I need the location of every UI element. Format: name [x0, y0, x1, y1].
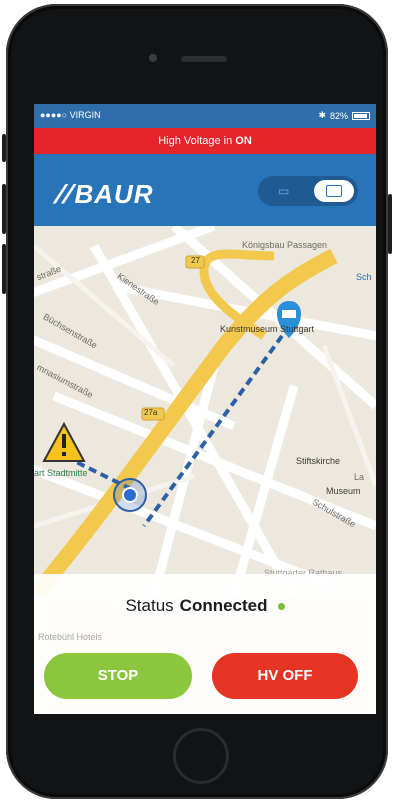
status-indicator-dot — [277, 603, 285, 611]
label-konigsbau: Königsbau Passagen — [242, 240, 328, 250]
label-hotels: Rotebühl Hotels — [38, 632, 103, 642]
control-panel: Rotebühl Hotels Status Connected STOP HV … — [34, 574, 376, 714]
label-la: La — [354, 472, 365, 482]
battery-percent: 82% — [329, 110, 348, 121]
map-view[interactable]: Königsbau Passagen Sch straße Kienestraß… — [34, 226, 376, 596]
label-museum: Museum — [326, 486, 361, 496]
volume-up-button — [2, 184, 6, 234]
front-camera — [149, 54, 157, 62]
app-screen: ●●●●○ VIRGIN ✱ 82% High Voltage in ON //… — [34, 104, 376, 714]
alert-text: High Voltage in — [158, 135, 236, 147]
home-button[interactable] — [173, 728, 229, 784]
battery-area: ✱ 82% — [318, 110, 370, 121]
status-label: Status — [125, 596, 174, 615]
view-toggle[interactable]: ▭ — [258, 176, 358, 206]
label-sch: Sch — [356, 272, 372, 282]
alert-state: ON — [235, 135, 252, 147]
battery-icon — [352, 111, 370, 120]
map-graphics — [34, 226, 376, 596]
label-stiftskirche: Stiftskirche — [296, 456, 341, 466]
carrier-label: ●●●●○ VIRGIN — [40, 110, 101, 120]
baur-logo: //BAUR — [52, 179, 154, 209]
earpiece-speaker — [181, 56, 227, 62]
power-button — [388, 194, 392, 254]
app-header: //BAUR ▭ — [34, 154, 376, 226]
list-view-icon[interactable] — [314, 180, 354, 202]
label-route-27: 27 — [191, 256, 200, 265]
label-stadtmitte: art Stadtmitte — [34, 468, 88, 478]
map-view-icon[interactable]: ▭ — [278, 184, 296, 198]
label-route-27a: 27a — [144, 408, 158, 417]
high-voltage-alert: High Voltage in ON — [34, 128, 376, 154]
ios-status-bar: ●●●●○ VIRGIN ✱ 82% — [34, 104, 376, 128]
label-kunstmuseum: Kunstmuseum Stuttgart — [220, 324, 315, 334]
hv-off-button[interactable]: HV OFF — [212, 653, 358, 699]
bluetooth-icon: ✱ — [318, 110, 326, 120]
stop-button[interactable]: STOP — [44, 653, 192, 699]
connection-status: Status Connected — [34, 596, 376, 616]
volume-down-button — [2, 244, 6, 294]
mute-switch — [2, 134, 6, 162]
status-value: Connected — [179, 596, 268, 615]
